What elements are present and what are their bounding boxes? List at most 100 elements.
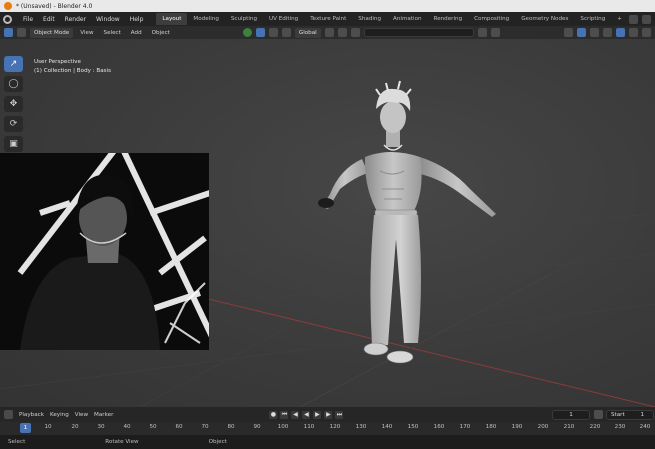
play-reverse-icon[interactable]: ◀ (302, 410, 311, 419)
ruler-tick: 30 (97, 424, 105, 430)
select-tool-icon[interactable]: ↗ (4, 56, 23, 72)
ruler-tick: 100 (277, 424, 289, 430)
ruler-tick: 170 (459, 424, 471, 430)
3d-viewport[interactable]: User Perspective (1) Collection | Body :… (0, 39, 655, 407)
ruler-tick: 130 (355, 424, 367, 430)
viewport-header: Object Mode View Select Add Object Globa… (0, 26, 655, 39)
tab-sculpting[interactable]: Sculpting (225, 13, 263, 25)
ruler-tick: 160 (433, 424, 445, 430)
tab-animation[interactable]: Animation (387, 13, 428, 25)
visibility-icon[interactable] (242, 28, 252, 37)
menu-edit[interactable]: Edit (38, 16, 60, 23)
view-layer-icon[interactable] (642, 14, 651, 24)
gizmo-icon[interactable] (577, 28, 586, 37)
timeline-menu-keying[interactable]: Keying (50, 412, 69, 418)
overlay-icon[interactable] (564, 28, 573, 37)
shading-material-icon[interactable] (629, 28, 638, 37)
transform-rotate-icon[interactable] (268, 28, 278, 37)
scale-tool-icon[interactable]: ▣ (4, 136, 23, 152)
tab-compositing[interactable]: Compositing (468, 13, 515, 25)
ruler-tick: 50 (149, 424, 157, 430)
start-frame-input[interactable]: Start 1 (606, 410, 654, 420)
reference-image (0, 153, 209, 350)
menu-file[interactable]: File (18, 16, 38, 23)
status-bar: Select Rotate View Object (0, 435, 655, 449)
viewport-search-input[interactable] (363, 28, 474, 37)
top-menubar: File Edit Render Window Help Layout Mode… (0, 12, 655, 26)
next-keyframe-icon[interactable]: ▶ (324, 410, 333, 419)
ruler-tick: 230 (614, 424, 626, 430)
editor-type-icon[interactable] (17, 28, 26, 37)
frame-ruler[interactable]: 1 10 20 30 40 50 60 70 80 90 100 110 120… (0, 422, 655, 435)
tab-layout[interactable]: Layout (156, 13, 188, 25)
move-tool-icon[interactable]: ✥ (4, 96, 23, 112)
ruler-tick: 180 (485, 424, 497, 430)
ruler-tick: 20 (71, 424, 79, 430)
viewport-menu-add[interactable]: Add (128, 30, 145, 36)
window-titlebar: * (Unsaved) - Blender 4.0 (0, 0, 655, 12)
current-frame-input[interactable]: 1 (552, 410, 590, 420)
ruler-tick: 80 (227, 424, 235, 430)
timeline-menu-playback[interactable]: Playback (19, 412, 44, 418)
pivot-point-icon[interactable] (324, 28, 334, 37)
rotate-tool-icon[interactable]: ⟳ (4, 116, 23, 132)
tab-modeling[interactable]: Modeling (187, 13, 224, 25)
ruler-tick: 120 (329, 424, 341, 430)
viewport-menu-object[interactable]: Object (149, 30, 173, 36)
snap-icon[interactable] (337, 28, 347, 37)
tab-shading[interactable]: Shading (352, 13, 387, 25)
xray-icon[interactable] (590, 28, 599, 37)
blender-menu-icon[interactable] (3, 14, 12, 24)
jump-start-icon[interactable]: ⏮ (280, 410, 289, 419)
current-frame-marker[interactable]: 1 (20, 423, 31, 433)
window-title: * (Unsaved) - Blender 4.0 (16, 2, 93, 10)
prev-keyframe-icon[interactable]: ◀ (291, 410, 300, 419)
object-mode-dropdown[interactable]: Object Mode (30, 27, 74, 38)
ruler-tick: 110 (303, 424, 315, 430)
ruler-tick: 10 (44, 424, 52, 430)
workspace-tabs: Layout Modeling Sculpting UV Editing Tex… (156, 12, 628, 26)
record-button[interactable]: ● (269, 410, 278, 419)
start-frame-value: 1 (640, 412, 645, 418)
shading-rendered-icon[interactable] (642, 28, 651, 37)
transform-orientation-dropdown[interactable]: Global (294, 27, 321, 38)
tab-uv-editing[interactable]: UV Editing (263, 13, 304, 25)
status-select: Select (8, 439, 26, 445)
filter-icon[interactable] (490, 28, 500, 37)
play-icon[interactable]: ▶ (313, 410, 322, 419)
ruler-tick: 70 (201, 424, 209, 430)
blender-logo-icon (4, 2, 12, 10)
menu-help[interactable]: Help (125, 16, 149, 23)
ruler-tick: 40 (123, 424, 131, 430)
tab-texture-paint[interactable]: Texture Paint (304, 13, 352, 25)
viewport-menu-select[interactable]: Select (101, 30, 124, 36)
tab-scripting[interactable]: Scripting (574, 13, 611, 25)
transform-scale-icon[interactable] (281, 28, 291, 37)
menu-render[interactable]: Render (60, 16, 91, 23)
tab-rendering[interactable]: Rendering (428, 13, 469, 25)
cursor-tool-icon[interactable]: ◯ (4, 76, 23, 92)
select-box-mode-icon[interactable] (4, 28, 13, 37)
transform-move-icon[interactable] (255, 28, 265, 37)
ruler-tick: 140 (381, 424, 393, 430)
jump-end-icon[interactable]: ⏭ (335, 410, 344, 419)
menu-window[interactable]: Window (91, 16, 125, 23)
timeline-editor-icon[interactable] (4, 410, 13, 419)
add-workspace-button[interactable]: + (611, 13, 628, 25)
scene-icon[interactable] (629, 14, 638, 24)
ruler-tick: 220 (589, 424, 601, 430)
bookmark-icon[interactable] (477, 28, 487, 37)
ruler-tick: 200 (537, 424, 549, 430)
shading-wireframe-icon[interactable] (603, 28, 612, 37)
proportional-edit-icon[interactable] (350, 28, 360, 37)
viewport-menu-view[interactable]: View (77, 30, 96, 36)
reference-photo-art (0, 153, 209, 350)
timeline-menu-marker[interactable]: Marker (94, 412, 113, 418)
timeline-menu-view[interactable]: View (75, 412, 88, 418)
status-rotate-view: Rotate View (105, 439, 139, 445)
tab-geometry-nodes[interactable]: Geometry Nodes (515, 13, 574, 25)
shading-solid-icon[interactable] (616, 28, 625, 37)
tool-shelf: ↗ ◯ ✥ ⟳ ▣ (4, 56, 24, 152)
ruler-tick: 150 (407, 424, 419, 430)
clock-icon[interactable] (594, 410, 603, 419)
